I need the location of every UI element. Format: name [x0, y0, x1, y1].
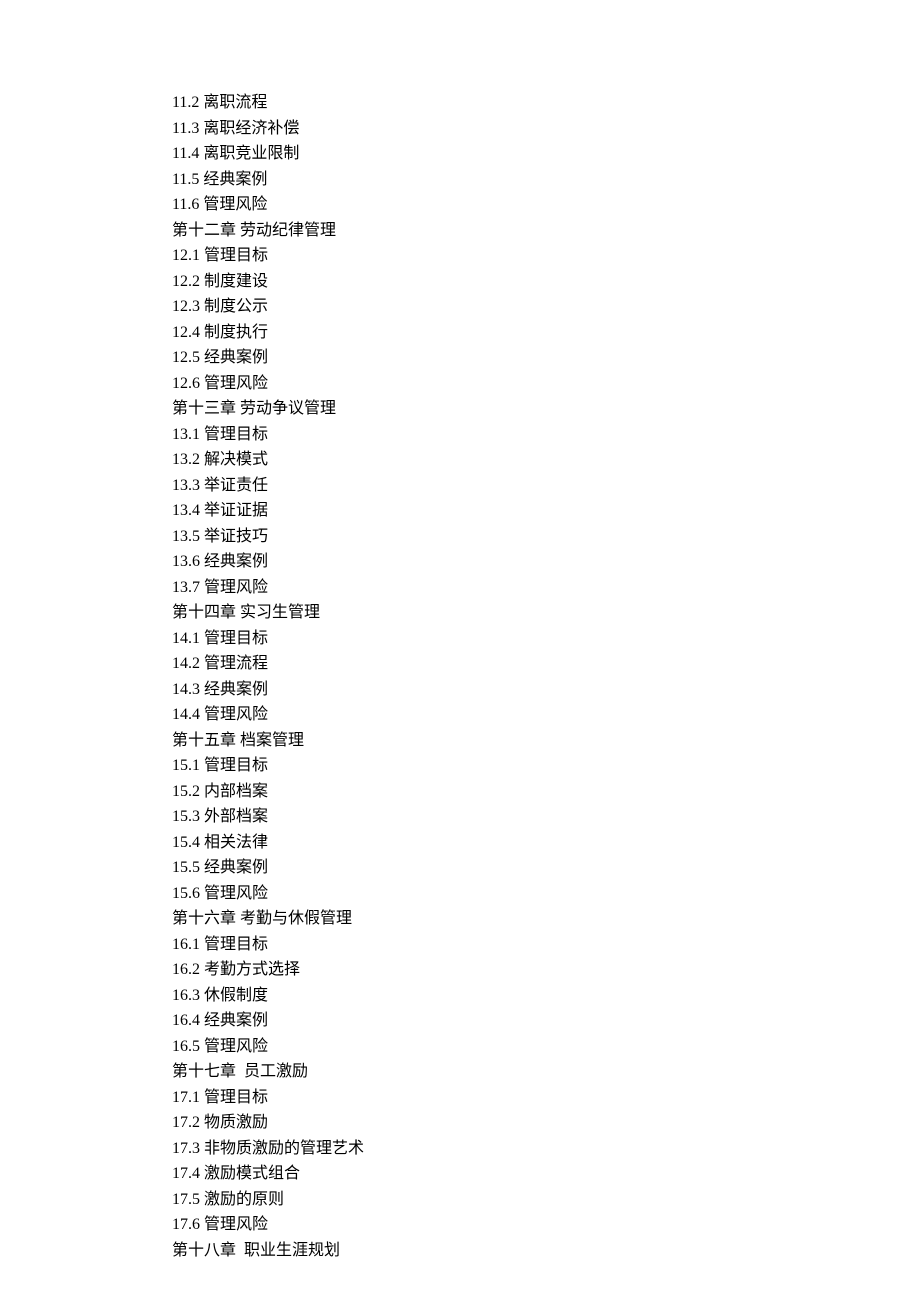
toc-line: 16.3 休假制度 — [172, 983, 920, 1009]
toc-line: 16.1 管理目标 — [172, 932, 920, 958]
toc-line: 15.5 经典案例 — [172, 855, 920, 881]
toc-line: 12.4 制度执行 — [172, 320, 920, 346]
toc-line: 11.2 离职流程 — [172, 90, 920, 116]
toc-line: 12.1 管理目标 — [172, 243, 920, 269]
toc-line: 11.5 经典案例 — [172, 167, 920, 193]
toc-chapter-heading: 第十八章 职业生涯规划 — [172, 1238, 920, 1264]
toc-line: 14.1 管理目标 — [172, 626, 920, 652]
toc-line: 12.5 经典案例 — [172, 345, 920, 371]
toc-line: 12.2 制度建设 — [172, 269, 920, 295]
toc-line: 13.6 经典案例 — [172, 549, 920, 575]
toc-line: 15.4 相关法律 — [172, 830, 920, 856]
toc-line: 14.2 管理流程 — [172, 651, 920, 677]
toc-line: 16.4 经典案例 — [172, 1008, 920, 1034]
toc-line: 13.2 解决模式 — [172, 447, 920, 473]
toc-line: 13.3 举证责任 — [172, 473, 920, 499]
toc-line: 16.2 考勤方式选择 — [172, 957, 920, 983]
toc-chapter-heading: 第十二章 劳动纪律管理 — [172, 218, 920, 244]
toc-line: 11.3 离职经济补偿 — [172, 116, 920, 142]
table-of-contents: 11.2 离职流程 11.3 离职经济补偿 11.4 离职竞业限制 11.5 经… — [172, 90, 920, 1263]
toc-line: 17.5 激励的原则 — [172, 1187, 920, 1213]
toc-chapter-heading: 第十四章 实习生管理 — [172, 600, 920, 626]
toc-line: 12.6 管理风险 — [172, 371, 920, 397]
toc-line: 12.3 制度公示 — [172, 294, 920, 320]
toc-line: 14.4 管理风险 — [172, 702, 920, 728]
toc-line: 17.1 管理目标 — [172, 1085, 920, 1111]
toc-chapter-heading: 第十三章 劳动争议管理 — [172, 396, 920, 422]
toc-chapter-heading: 第十五章 档案管理 — [172, 728, 920, 754]
toc-line: 17.3 非物质激励的管理艺术 — [172, 1136, 920, 1162]
toc-line: 17.2 物质激励 — [172, 1110, 920, 1136]
toc-line: 15.1 管理目标 — [172, 753, 920, 779]
toc-line: 16.5 管理风险 — [172, 1034, 920, 1060]
toc-chapter-heading: 第十七章 员工激励 — [172, 1059, 920, 1085]
toc-line: 13.7 管理风险 — [172, 575, 920, 601]
toc-line: 11.4 离职竞业限制 — [172, 141, 920, 167]
toc-chapter-heading: 第十六章 考勤与休假管理 — [172, 906, 920, 932]
toc-line: 14.3 经典案例 — [172, 677, 920, 703]
toc-line: 15.3 外部档案 — [172, 804, 920, 830]
toc-line: 17.4 激励模式组合 — [172, 1161, 920, 1187]
toc-line: 15.6 管理风险 — [172, 881, 920, 907]
toc-line: 13.4 举证证据 — [172, 498, 920, 524]
toc-line: 15.2 内部档案 — [172, 779, 920, 805]
toc-line: 13.5 举证技巧 — [172, 524, 920, 550]
toc-line: 13.1 管理目标 — [172, 422, 920, 448]
toc-line: 11.6 管理风险 — [172, 192, 920, 218]
toc-line: 17.6 管理风险 — [172, 1212, 920, 1238]
